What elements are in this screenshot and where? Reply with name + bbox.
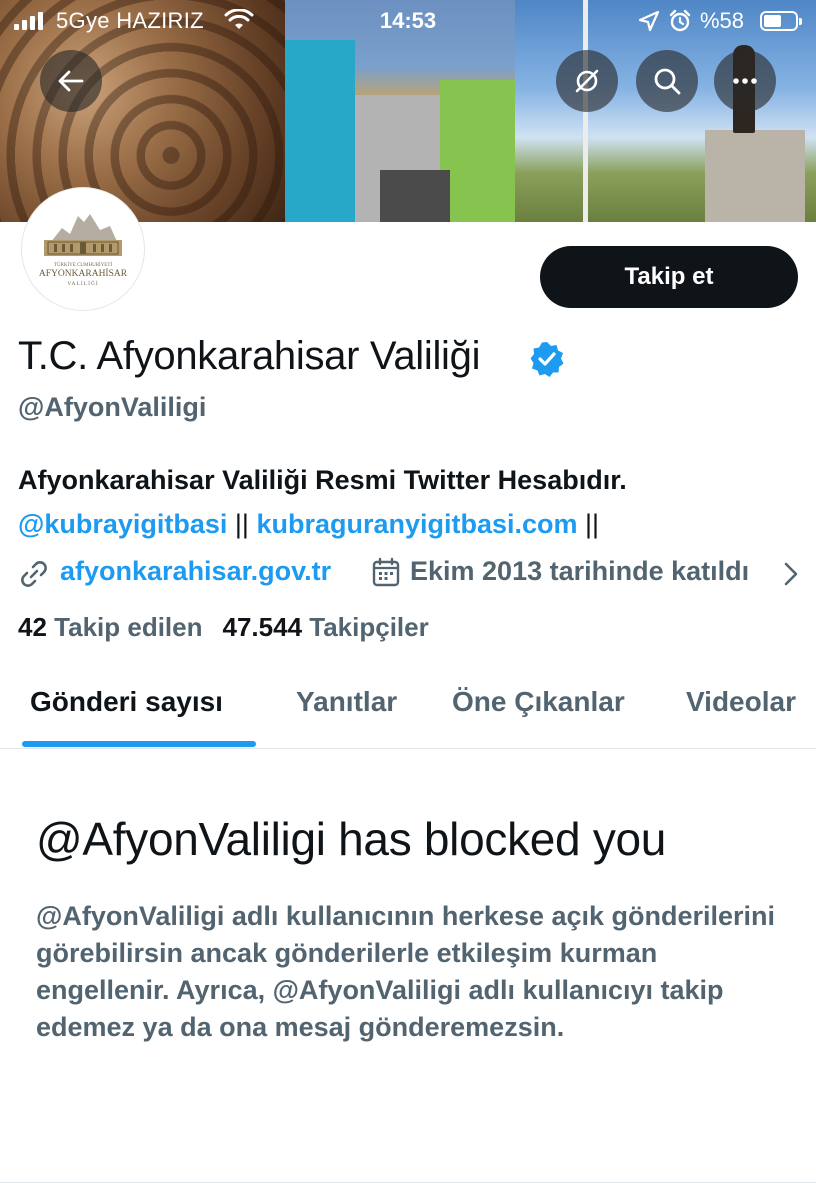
bio-separator-end: ||	[585, 509, 600, 539]
status-bar: 5Gye HAZIRIZ 14:53 %58	[0, 0, 816, 42]
following-count: 42	[18, 612, 47, 642]
display-name: T.C. Afyonkarahisar Valiliği	[18, 334, 481, 378]
tab-replies[interactable]: Yanıtlar	[296, 686, 397, 718]
avatar[interactable]: TÜRKİYE CUMHURİYETİ AFYONKARAHİSAR VALİL…	[22, 188, 144, 310]
tab-videos[interactable]: Videolar	[686, 686, 796, 718]
more-button[interactable]	[714, 50, 776, 112]
bio: Afyonkarahisar Valiliği Resmi Twitter He…	[18, 458, 808, 546]
chevron-right-icon[interactable]	[782, 562, 800, 586]
profile-meta: afyonkarahisar.gov.tr Ekim 2013 tarihind…	[18, 552, 816, 592]
bio-mention-link[interactable]: @kubrayigitbasi	[18, 509, 227, 539]
calendar-icon	[372, 557, 400, 587]
afyonkarahisar-valiligi-logo: TÜRKİYE CUMHURİYETİ AFYONKARAHİSAR VALİL…	[39, 214, 128, 287]
avatar-line-2: AFYONKARAHİSAR	[39, 267, 128, 279]
bio-separator: ||	[234, 509, 249, 539]
profile-tabs: Gönderi sayısı Yanıtlar Öne Çıkanlar Vid…	[0, 670, 816, 749]
divider	[0, 1182, 816, 1183]
back-button[interactable]	[40, 50, 102, 112]
battery-percent: %58	[700, 8, 745, 33]
followers-count: 47.544	[222, 612, 303, 642]
following-label: Takip edilen	[54, 612, 203, 642]
following-count-link[interactable]: 42 Takip edilen	[18, 612, 203, 642]
verified-badge-icon[interactable]	[528, 340, 566, 378]
search-button[interactable]	[636, 50, 698, 112]
tab-posts[interactable]: Gönderi sayısı	[30, 686, 223, 718]
followers-count-link[interactable]: 47.544 Takipçiler	[223, 612, 429, 642]
cursor-off-icon	[575, 69, 599, 93]
search-icon	[654, 68, 681, 95]
bio-website-link[interactable]: kubraguranyigitbasi.com	[256, 509, 577, 539]
tab-highlights[interactable]: Öne Çıkanlar	[452, 686, 625, 718]
battery-fill	[764, 15, 781, 27]
avatar-line-1: TÜRKİYE CUMHURİYETİ	[54, 262, 113, 268]
follow-counts: 42 Takip edilen 47.544 Takipçiler	[18, 612, 429, 643]
follow-button[interactable]: Takip et	[540, 246, 798, 308]
banner-road	[380, 170, 450, 222]
alarm-icon	[669, 9, 691, 32]
handle: @AfyonValiligi	[18, 392, 207, 422]
banner-house-blue	[285, 40, 355, 222]
blocked-body: @AfyonValiligi adlı kullanıcının herkese…	[36, 901, 776, 1042]
battery-icon	[760, 11, 802, 31]
banner-monument	[705, 130, 805, 222]
website-link[interactable]: afyonkarahisar.gov.tr	[60, 556, 331, 587]
cursor-off-button[interactable]	[556, 50, 618, 112]
bio-text: Afyonkarahisar Valiliği Resmi Twitter He…	[18, 465, 627, 495]
bio-links-line: @kubrayigitbasi || kubraguranyigitbasi.c…	[18, 502, 808, 546]
back-arrow-icon	[58, 70, 84, 92]
location-icon	[638, 10, 660, 32]
more-icon	[733, 78, 757, 84]
active-tab-indicator	[22, 741, 256, 747]
clock: 14:53	[379, 8, 437, 33]
avatar-line-3: VALİLİĞİ	[67, 279, 98, 287]
blocked-title: @AfyonValiligi has blocked you	[36, 813, 667, 865]
banner-house-green	[440, 80, 515, 222]
followers-label: Takipçiler	[309, 612, 429, 642]
joined-date: Ekim 2013 tarihinde katıldı	[410, 556, 750, 586]
link-icon	[21, 561, 47, 587]
